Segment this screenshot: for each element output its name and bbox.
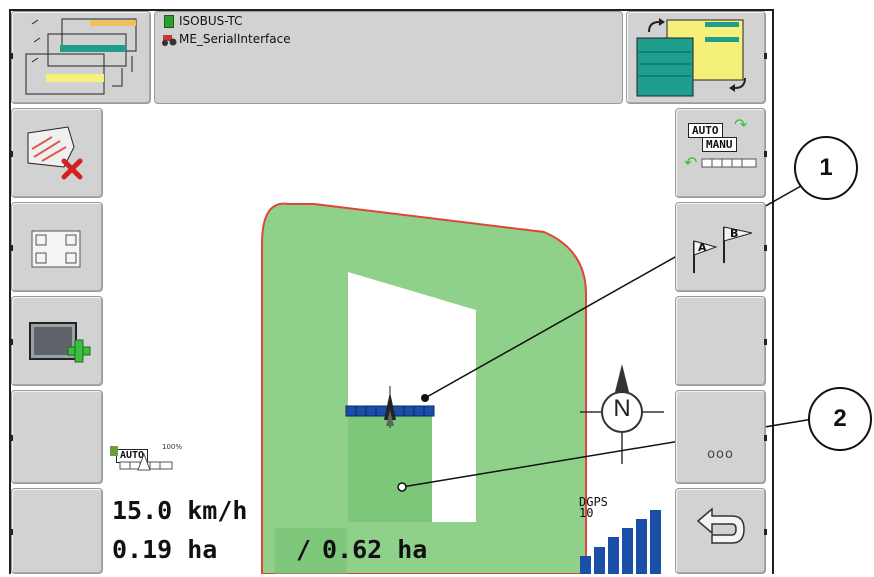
tractor-icon — [162, 35, 177, 46]
task-name: ME_SerialInterface — [179, 32, 291, 46]
zoom-extent-icon — [31, 230, 81, 268]
zoom-extent-button[interactable] — [10, 202, 103, 292]
delete-boundary-button[interactable] — [10, 108, 103, 198]
add-window-icon — [29, 322, 91, 363]
gps-signal-bar — [594, 547, 605, 574]
auto-manual-toggle-button[interactable]: AUTO MANU ↷ ↶ — [675, 108, 767, 198]
boom-sections-icon — [701, 158, 757, 168]
gps-signal-bar — [608, 537, 619, 574]
left-softkey-4[interactable] — [10, 390, 103, 484]
gps-signal-bar — [636, 519, 647, 574]
area-total-readout: 0.62 ha — [322, 535, 428, 564]
boom-status-icon — [110, 446, 173, 471]
left-softkey-5[interactable] — [10, 488, 103, 574]
task-controller-title: ISOBUS-TC — [179, 14, 243, 28]
add-window-button[interactable] — [10, 296, 103, 386]
speed-readout: 15.0 km/h — [112, 496, 248, 525]
toggle-arrow-icon: ↷ — [734, 115, 748, 134]
auto-label: AUTO — [688, 123, 723, 138]
gps-signal-bar — [580, 556, 591, 574]
area-separator: / — [296, 535, 312, 564]
document-icon — [164, 15, 174, 28]
more-options-label: ooo — [707, 447, 734, 462]
implement-marker — [345, 386, 435, 428]
toggle-arrow-back-icon: ↶ — [684, 153, 698, 172]
back-button[interactable] — [675, 488, 767, 574]
screen-layout-icon — [636, 18, 746, 97]
gps-signal-bar — [622, 528, 633, 574]
compass-label: N — [613, 395, 631, 422]
right-softkey-3[interactable] — [675, 296, 767, 386]
task-info-panel: ISOBUS-TC ME_SerialInterface — [154, 11, 623, 104]
ab-line-icon — [693, 226, 753, 273]
point-b-label: B — [730, 227, 739, 240]
callout-1: 1 — [794, 136, 858, 200]
more-options-button[interactable]: ooo — [675, 390, 767, 484]
gps-signal-bar — [650, 510, 661, 574]
ab-line-button[interactable]: A B — [675, 202, 767, 292]
gps-signal-bars — [580, 500, 668, 574]
manu-label: MANU — [702, 137, 737, 152]
delete-boundary-icon — [27, 126, 83, 180]
area-worked-readout: 0.19 ha — [112, 535, 218, 564]
screen-layout-button[interactable] — [626, 11, 767, 104]
callout-2: 2 — [808, 387, 872, 451]
back-arrow-icon — [696, 507, 745, 544]
layout-switch-icon — [25, 18, 137, 95]
layout-switch-button[interactable] — [10, 11, 151, 104]
point-a-label: A — [698, 241, 707, 254]
